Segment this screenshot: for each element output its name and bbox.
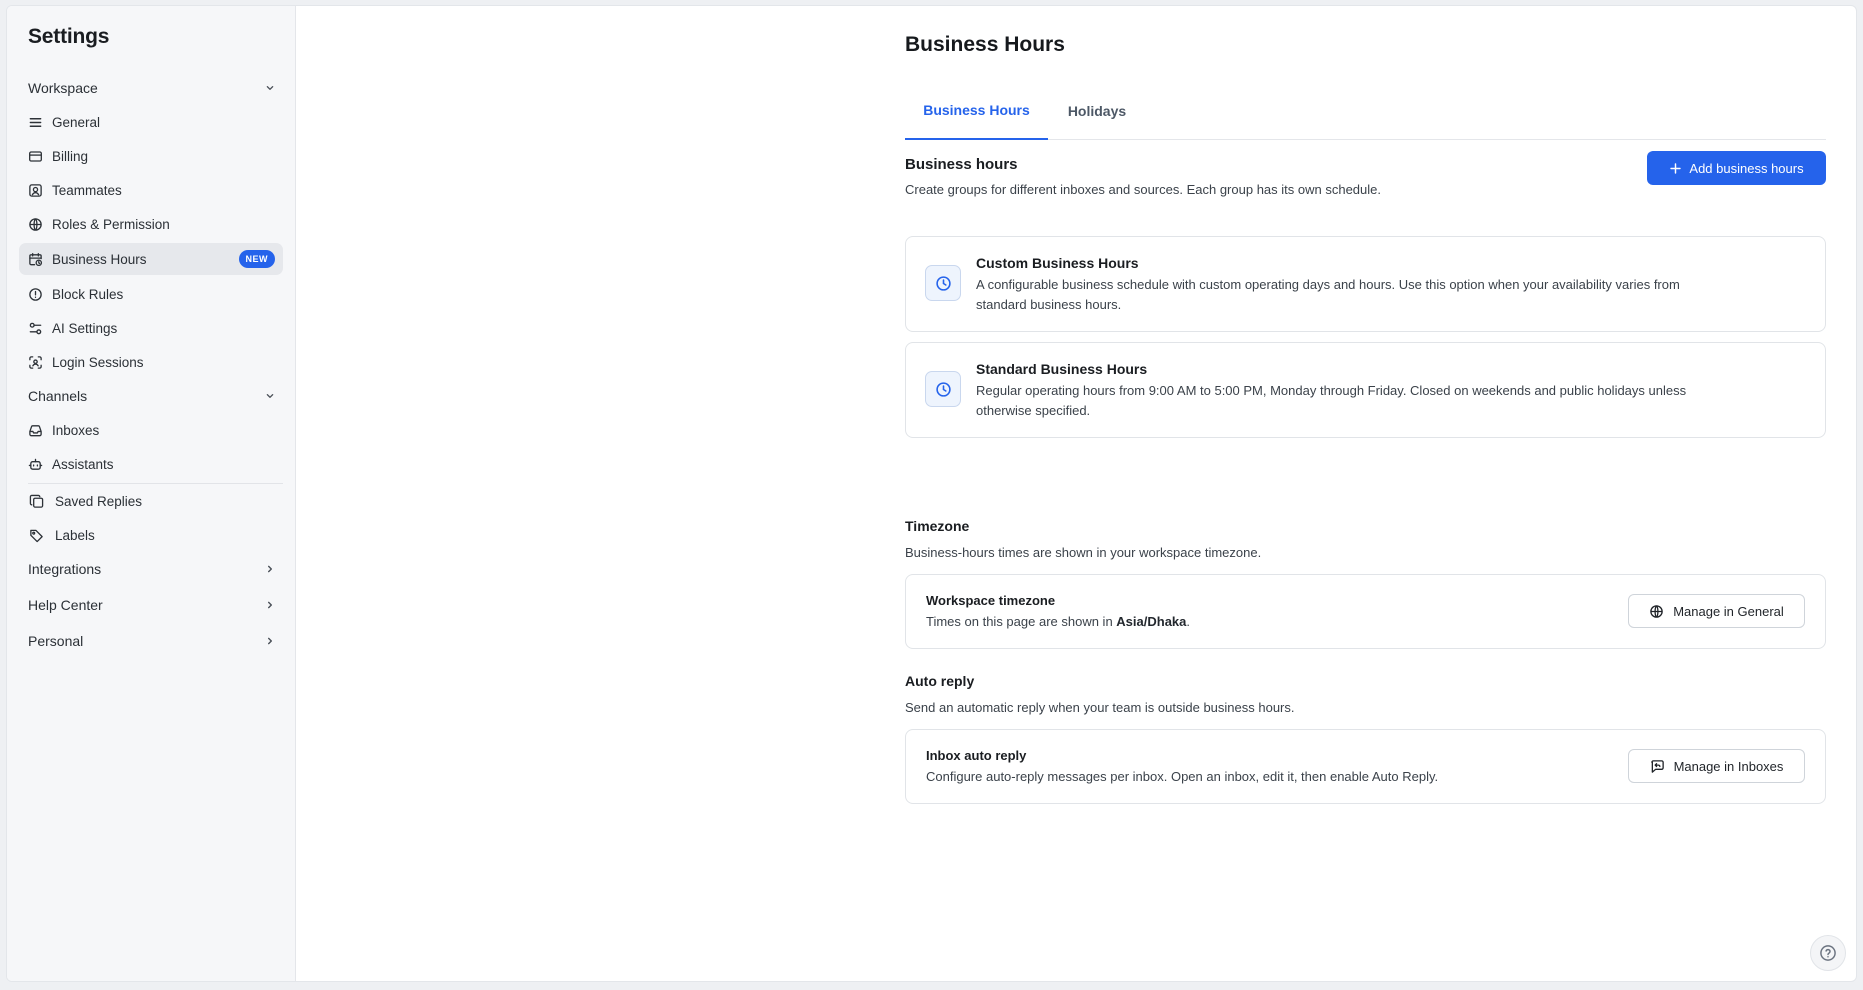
message-reply-icon bbox=[1650, 759, 1664, 773]
sidebar-section-help-center[interactable]: Help Center bbox=[28, 593, 277, 617]
sidebar-item-billing[interactable]: Billing bbox=[19, 140, 283, 172]
globe-shield-icon bbox=[28, 217, 43, 232]
new-badge: NEW bbox=[238, 250, 275, 268]
chevron-right-icon bbox=[267, 565, 273, 573]
inbox-auto-reply-card: Inbox auto reply Configure auto-reply me… bbox=[905, 729, 1826, 804]
sidebar-item-label: Roles & Permission bbox=[52, 216, 170, 232]
chevron-down-icon bbox=[266, 393, 274, 399]
calendar-clock-icon bbox=[28, 252, 43, 267]
timezone-description: Business-hours times are shown in your w… bbox=[905, 545, 1262, 560]
sidebar-section-workspace[interactable]: Workspace bbox=[28, 76, 277, 100]
plus-icon bbox=[1670, 162, 1682, 174]
scan-user-icon bbox=[28, 355, 43, 370]
manage-in-inboxes-label: Manage in Inboxes bbox=[1673, 758, 1784, 774]
auto-reply-description: Send an automatic reply when your team i… bbox=[905, 700, 1295, 715]
settings-content: Business Hours Business Hours Holidays B… bbox=[296, 6, 1856, 981]
sidebar-item-label: General bbox=[52, 114, 101, 130]
business-hours-heading: Business hours bbox=[905, 156, 1018, 173]
card-title: Custom Business Hours bbox=[976, 255, 1139, 271]
sidebar-item-saved-replies[interactable]: Saved Replies bbox=[19, 485, 283, 517]
sidebar-item-inboxes[interactable]: Inboxes bbox=[19, 414, 283, 446]
user-square-icon bbox=[28, 183, 43, 198]
sidebar-item-label: Business Hours bbox=[52, 251, 147, 267]
business-hours-card-custom[interactable]: Custom Business Hours A configurable bus… bbox=[905, 236, 1826, 332]
menu-lines-icon bbox=[28, 115, 43, 130]
workspace-timezone-description: Times on this page are shown in Asia/Dha… bbox=[926, 614, 1190, 629]
tab-business-hours[interactable]: Business Hours bbox=[905, 82, 1048, 140]
sidebar-item-label: Labels bbox=[55, 527, 95, 543]
sidebar-item-block-rules[interactable]: Block Rules bbox=[19, 278, 283, 310]
sidebar-section-integrations[interactable]: Integrations bbox=[28, 557, 277, 581]
chevron-right-icon bbox=[267, 601, 273, 609]
bot-icon bbox=[28, 457, 43, 472]
business-hours-card-standard[interactable]: Standard Business Hours Regular operatin… bbox=[905, 342, 1826, 438]
sidebar-item-label: Billing bbox=[52, 148, 89, 164]
manage-in-general-label: Manage in General bbox=[1673, 603, 1784, 619]
sidebar-item-label: Block Rules bbox=[52, 286, 124, 302]
workspace-timezone-title: Workspace timezone bbox=[926, 593, 1056, 608]
copy-stack-icon bbox=[28, 494, 45, 509]
sidebar-section-label: Personal bbox=[28, 633, 84, 649]
timezone-desc-prefix: Times on this page are shown in bbox=[926, 614, 1117, 629]
chevron-down-icon bbox=[266, 85, 274, 91]
inbox-auto-reply-description: Configure auto-reply messages per inbox.… bbox=[926, 769, 1439, 784]
manage-in-general-button[interactable]: Manage in General bbox=[1628, 594, 1805, 628]
sidebar-item-label: Assistants bbox=[52, 456, 114, 472]
tab-holidays[interactable]: Holidays bbox=[1056, 82, 1138, 140]
sidebar-item-login-sessions[interactable]: Login Sessions bbox=[19, 346, 283, 378]
sidebar-item-roles[interactable]: Roles & Permission bbox=[19, 208, 283, 240]
sidebar-item-business-hours[interactable]: Business Hours NEW bbox=[19, 243, 283, 275]
sidebar-item-label: Saved Replies bbox=[55, 493, 143, 509]
sliders-icon bbox=[28, 321, 43, 336]
sidebar-item-label: Inboxes bbox=[52, 422, 100, 438]
card-description: A configurable business schedule with cu… bbox=[976, 277, 1680, 312]
app-window: Settings Workspace General Billing Teamm… bbox=[6, 5, 1857, 982]
settings-sidebar: Settings Workspace General Billing Teamm… bbox=[7, 6, 296, 981]
sidebar-divider bbox=[28, 483, 283, 484]
add-business-hours-label: Add business hours bbox=[1689, 160, 1804, 176]
card-description: Regular operating hours from 9:00 AM to … bbox=[976, 383, 1687, 418]
timezone-desc-suffix: . bbox=[1186, 614, 1191, 629]
sidebar-item-label: Login Sessions bbox=[52, 354, 144, 370]
workspace-timezone-card: Workspace timezone Times on this page ar… bbox=[905, 574, 1826, 649]
inbox-icon bbox=[28, 423, 43, 438]
add-business-hours-button[interactable]: Add business hours bbox=[1647, 151, 1826, 185]
sidebar-section-label: Integrations bbox=[28, 561, 102, 577]
credit-card-icon bbox=[28, 149, 43, 164]
sidebar-section-label: Channels bbox=[28, 388, 88, 404]
clock-icon bbox=[925, 371, 961, 407]
business-hours-description: Create groups for different inboxes and … bbox=[905, 182, 1381, 197]
card-title: Standard Business Hours bbox=[976, 361, 1148, 377]
tab-bar: Business Hours Holidays bbox=[905, 82, 1826, 140]
timezone-heading: Timezone bbox=[905, 518, 970, 534]
inbox-auto-reply-title: Inbox auto reply bbox=[926, 748, 1027, 763]
sidebar-item-teammates[interactable]: Teammates bbox=[19, 174, 283, 206]
sidebar-section-label: Help Center bbox=[28, 597, 103, 613]
sidebar-item-label: Teammates bbox=[52, 182, 122, 198]
sidebar-title: Settings bbox=[28, 25, 110, 48]
alert-circle-icon bbox=[28, 287, 43, 302]
auto-reply-heading: Auto reply bbox=[905, 673, 975, 689]
tag-icon bbox=[28, 528, 45, 543]
sidebar-section-personal[interactable]: Personal bbox=[28, 629, 277, 653]
manage-in-inboxes-button[interactable]: Manage in Inboxes bbox=[1628, 749, 1805, 783]
help-button[interactable] bbox=[1810, 935, 1846, 971]
sidebar-section-label: Workspace bbox=[28, 80, 98, 96]
globe-icon bbox=[1650, 604, 1663, 618]
sidebar-item-ai-settings[interactable]: AI Settings bbox=[19, 312, 283, 344]
timezone-value: Asia/Dhaka bbox=[1116, 614, 1187, 629]
sidebar-item-assistants[interactable]: Assistants bbox=[19, 448, 283, 480]
sidebar-item-labels[interactable]: Labels bbox=[19, 519, 283, 551]
page-title: Business Hours bbox=[905, 33, 1065, 56]
chevron-right-icon bbox=[267, 637, 273, 645]
sidebar-section-channels[interactable]: Channels bbox=[28, 384, 277, 408]
sidebar-item-label: AI Settings bbox=[52, 320, 118, 336]
sidebar-item-general[interactable]: General bbox=[19, 106, 283, 138]
clock-icon bbox=[925, 265, 961, 301]
question-circle-icon bbox=[1820, 945, 1836, 961]
